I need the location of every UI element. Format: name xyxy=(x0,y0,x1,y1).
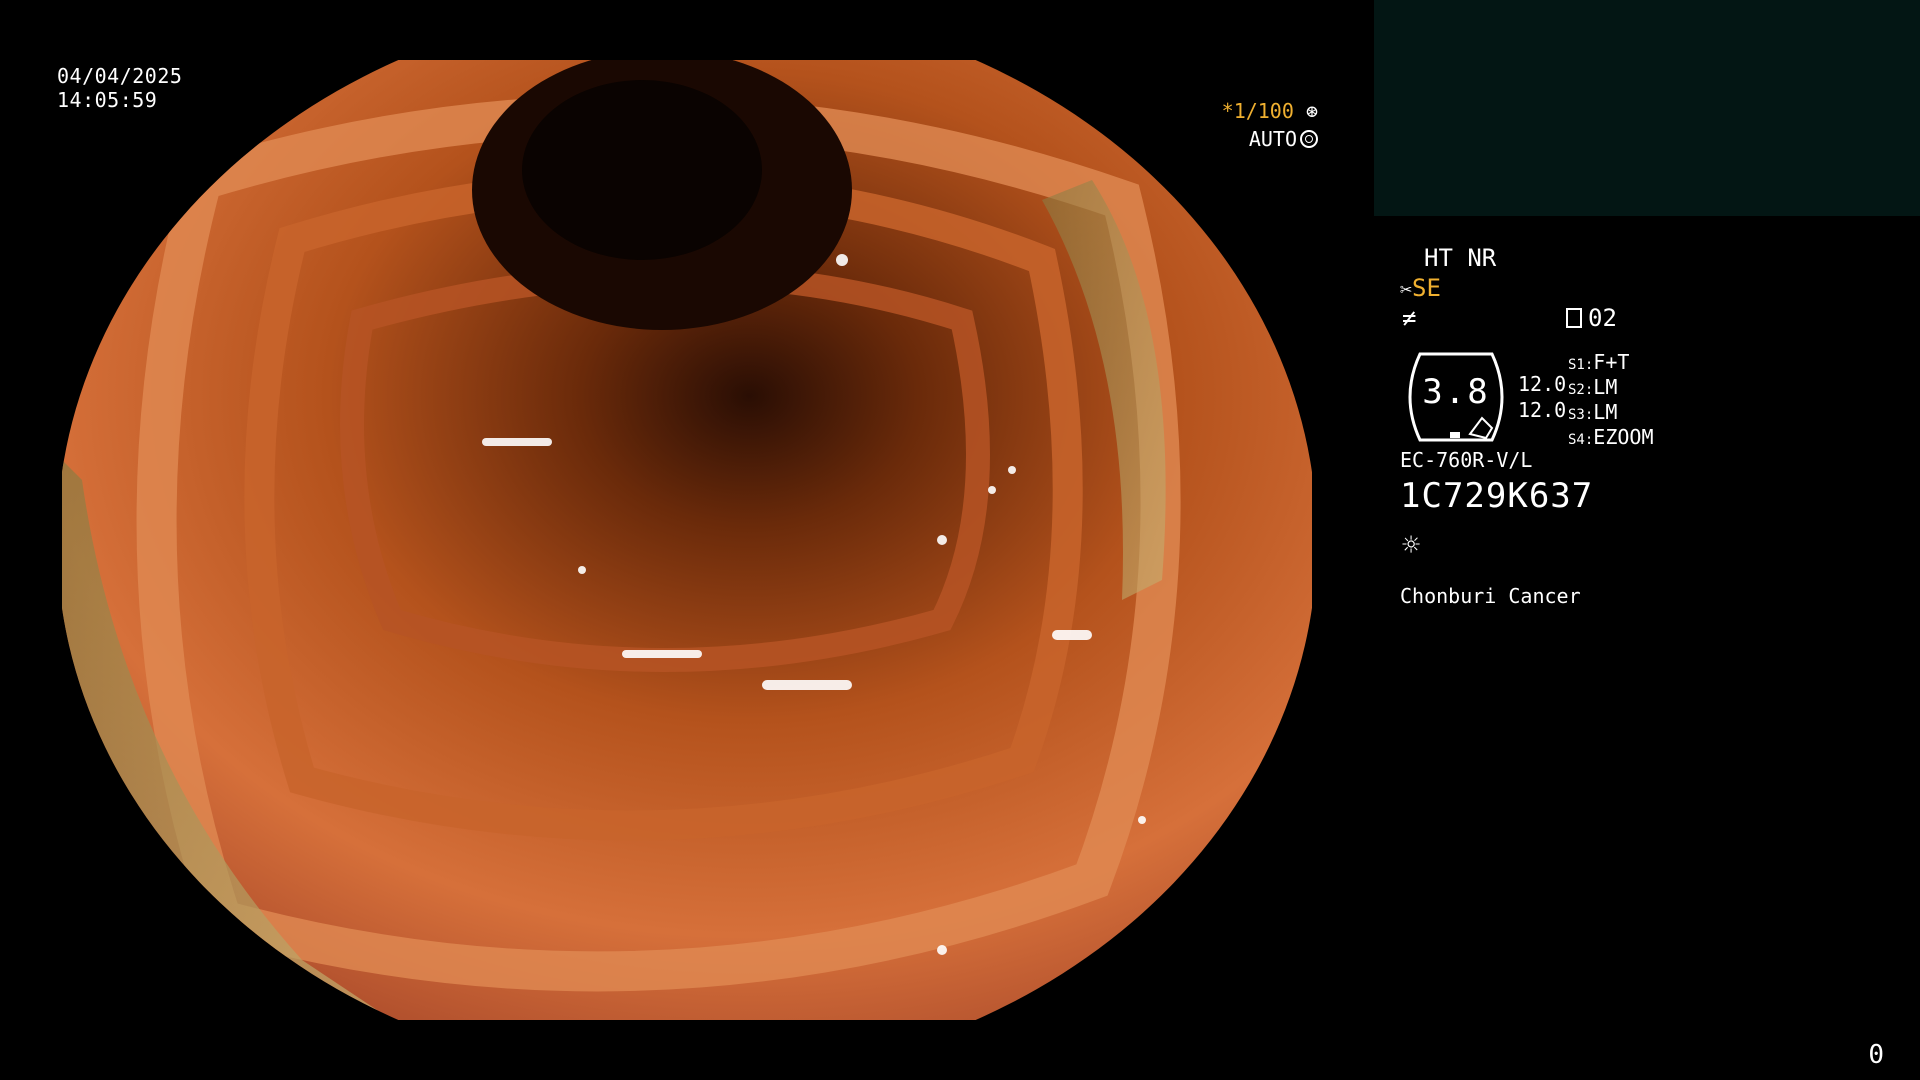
preview-panel xyxy=(1374,0,1920,216)
frame-counter: 0 xyxy=(1868,1040,1884,1070)
no-signal-icon: ≠ xyxy=(1402,304,1417,332)
switch-item: S2:LM xyxy=(1568,375,1618,399)
scope-model: EC-760R-V/L xyxy=(1400,448,1533,472)
ring-icon xyxy=(1300,130,1318,148)
value-1: 12.0 xyxy=(1518,372,1567,396)
shutter-value: 1/100 xyxy=(1233,99,1294,123)
se-label: SE xyxy=(1412,274,1441,302)
se-indicator: ✂SE xyxy=(1400,274,1441,302)
switch-item: S4:EZOOM xyxy=(1568,425,1654,449)
memory-indicator: 02 xyxy=(1566,304,1617,332)
date-label: 04/04/2025 xyxy=(57,64,183,88)
hexagon-value: 3.8 xyxy=(1422,372,1490,412)
memory-label: 02 xyxy=(1588,304,1617,332)
time-label: 14:05:59 xyxy=(57,88,158,112)
value-2: 12.0 xyxy=(1518,398,1567,422)
sun-icon: ☼ xyxy=(1402,528,1421,563)
mode-label: HT NR xyxy=(1424,244,1497,272)
auto-indicator: AUTO xyxy=(1249,127,1318,151)
site-name: Chonburi Cancer xyxy=(1400,584,1581,608)
switch-item: S3:LM xyxy=(1568,400,1618,424)
shutter-indicator: *1/100 ⊛ xyxy=(1222,99,1318,123)
shutter-prefix: * xyxy=(1221,99,1234,123)
endoscopic-image xyxy=(62,60,1312,1020)
scope-serial: 1C729K637 xyxy=(1400,476,1594,516)
switch-list: S1:F+T S2:LM S3:LM S4:EZOOM xyxy=(1568,350,1654,450)
auto-label: AUTO xyxy=(1248,127,1297,151)
switch-item: S1:F+T xyxy=(1568,350,1630,374)
memory-card-icon xyxy=(1566,308,1582,328)
aperture-icon: ⊛ xyxy=(1305,99,1318,123)
scissors-icon: ✂ xyxy=(1400,277,1413,301)
